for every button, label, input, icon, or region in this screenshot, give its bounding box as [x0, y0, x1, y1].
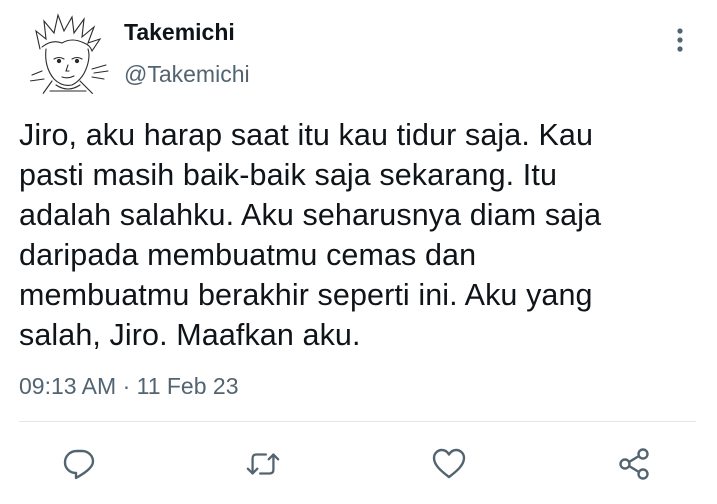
- tweet-text-line: adalah salahku. Aku seharusnya diam saja: [19, 198, 602, 232]
- more-vertical-icon: [677, 28, 683, 52]
- retweet-icon: [246, 453, 280, 475]
- tweet-text-line: pasti masih baik-baik saja sekarang. Itu: [19, 158, 558, 192]
- heart-icon: [432, 448, 466, 479]
- reply-button[interactable]: [61, 446, 97, 482]
- avatar[interactable]: [22, 9, 114, 101]
- tweet-text-line: salah, Jiro. Maafkan aku.: [19, 318, 361, 352]
- share-icon: [619, 448, 649, 480]
- tweet-text: Jiro, aku harap saat itu kau tidur saja.…: [19, 115, 679, 355]
- tweet-text-line: membuatmu berakhir seperti ini. Aku yang: [19, 278, 593, 312]
- tweet-text-line: Jiro, aku harap saat itu kau tidur saja.…: [19, 118, 594, 152]
- tweet-text-line: daripada membuatmu cemas dan: [19, 238, 477, 272]
- tweet-timestamp[interactable]: 09:13 AM · 11 Feb 23: [19, 373, 239, 400]
- display-name[interactable]: Takemichi: [124, 19, 235, 46]
- more-options-button[interactable]: [664, 24, 696, 56]
- user-handle[interactable]: @Takemichi: [124, 61, 250, 88]
- tweet-card: Takemichi @Takemichi Jiro, aku harap saa…: [0, 0, 717, 504]
- manga-avatar-icon: [29, 13, 109, 96]
- reply-icon: [63, 449, 95, 480]
- like-button[interactable]: [431, 446, 467, 482]
- share-button[interactable]: [616, 446, 652, 482]
- divider: [19, 421, 696, 422]
- retweet-button[interactable]: [245, 446, 281, 482]
